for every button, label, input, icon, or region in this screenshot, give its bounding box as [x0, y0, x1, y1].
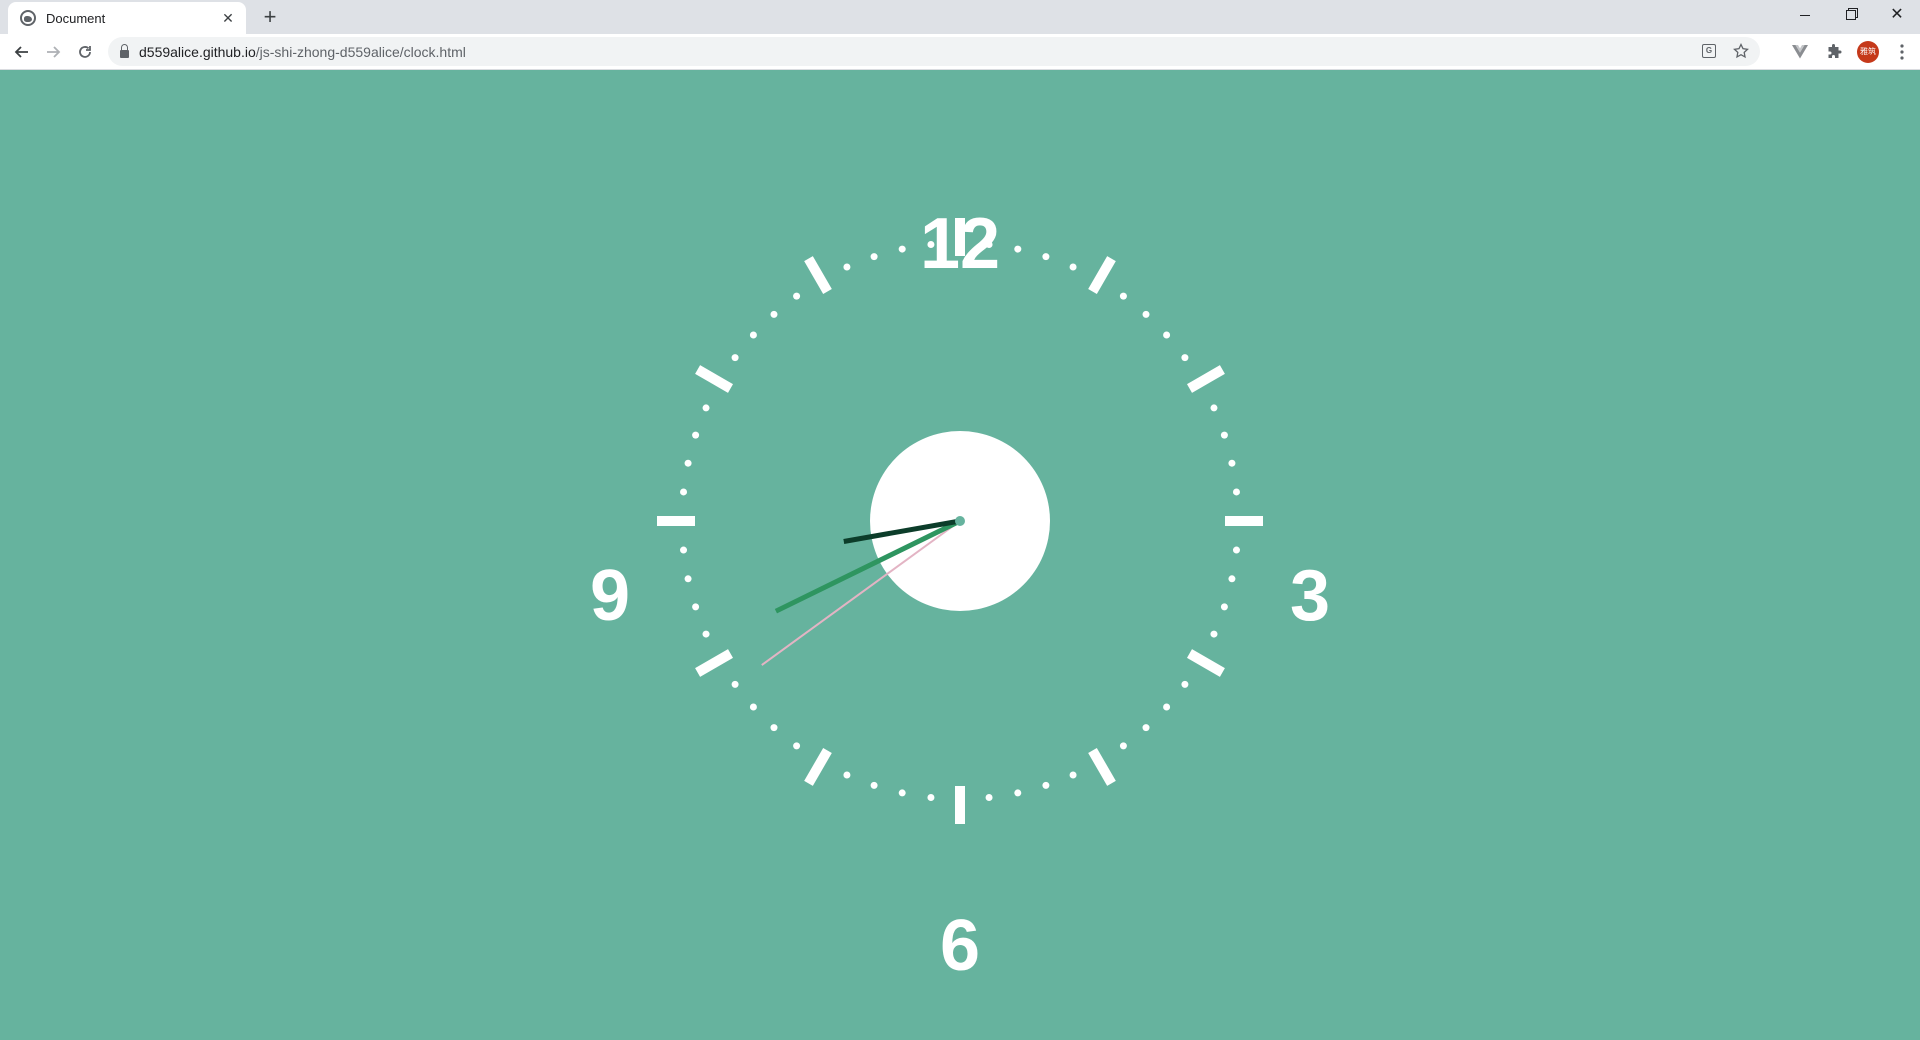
close-icon[interactable]: ✕ [220, 10, 236, 26]
minute-dot [1069, 771, 1077, 779]
hour-tick [804, 256, 832, 295]
minute-dot [1220, 431, 1228, 439]
browser-menu-button[interactable] [1888, 38, 1916, 66]
minute-dot [692, 603, 700, 611]
close-window-button[interactable]: ✕ [1874, 0, 1920, 30]
analog-clock: 12 3 6 9 [590, 204, 1330, 986]
minute-dot [1210, 404, 1218, 412]
minute-dot [843, 263, 851, 271]
minute-dot [770, 310, 778, 318]
minute-dot [1181, 680, 1189, 688]
minute-dot [1181, 354, 1189, 362]
back-button[interactable] [8, 38, 36, 66]
tab-strip: Document ✕ + ✕ [0, 0, 1920, 34]
menu-dots-icon [1900, 44, 1904, 60]
minute-dot [1119, 292, 1127, 300]
reload-icon [79, 46, 91, 58]
restore-icon [1846, 10, 1856, 20]
address-bar[interactable]: d559alice.github.io/js-shi-zhong-d559ali… [108, 37, 1760, 66]
minute-dot [702, 404, 710, 412]
minute-dot [680, 546, 688, 554]
minute-dot [770, 724, 778, 732]
url-text[interactable]: d559alice.github.io/js-shi-zhong-d559ali… [139, 44, 466, 60]
forward-button[interactable] [39, 38, 67, 66]
minute-dot [1042, 781, 1050, 789]
minute-dot [1142, 724, 1150, 732]
minute-dot [680, 488, 688, 496]
tab-document[interactable]: Document ✕ [8, 2, 246, 34]
numeral-6: 6 [940, 906, 980, 986]
minute-dot [1210, 630, 1218, 638]
minimize-button[interactable] [1782, 0, 1828, 30]
minute-dot [1069, 263, 1077, 271]
back-arrow-icon [14, 46, 28, 58]
clock-pivot [955, 516, 965, 526]
clock-page: 12 3 6 9 [0, 70, 1920, 1040]
minute-dot [985, 793, 993, 801]
lock-icon[interactable] [120, 43, 129, 58]
globe-icon [20, 10, 36, 26]
minute-dot [870, 253, 878, 261]
minute-dot [1119, 742, 1127, 750]
hour-tick [695, 365, 734, 393]
minute-dot [1232, 488, 1240, 496]
numeral-9: 9 [590, 556, 630, 636]
minute-dot [843, 771, 851, 779]
profile-button[interactable]: 雅筑 [1854, 38, 1882, 66]
url-path: /js-shi-zhong-d559alice/clock.html [255, 43, 466, 60]
vue-devtools-button[interactable] [1786, 38, 1814, 66]
minute-dot [692, 431, 700, 439]
translate-icon: G [1702, 44, 1716, 58]
url-host: d559alice.github.io [139, 43, 256, 60]
minute-dot [1042, 253, 1050, 261]
minute-dot [793, 742, 801, 750]
minute-dot [1014, 789, 1022, 797]
hour-tick [1088, 256, 1116, 295]
minute-dot [927, 793, 935, 801]
minute-dot [749, 703, 757, 711]
numeral-3: 3 [1290, 556, 1330, 636]
minute-dot [898, 789, 906, 797]
hour-tick [1186, 649, 1225, 677]
minute-dot [898, 245, 906, 253]
minute-dot [731, 354, 739, 362]
minimize-icon [1800, 14, 1810, 16]
hour-tick [1186, 365, 1225, 393]
hour-tick [1088, 747, 1116, 786]
minute-dot [1232, 546, 1240, 554]
minute-dot [684, 575, 692, 583]
vuejs-devtools-icon [1792, 45, 1808, 59]
minute-dot [1220, 603, 1228, 611]
minute-dot [870, 781, 878, 789]
minute-dot [1142, 310, 1150, 318]
minute-dot [1228, 459, 1236, 467]
extensions-area: 雅筑 [1786, 38, 1916, 66]
star-icon [1733, 43, 1749, 59]
minute-dot [749, 331, 757, 339]
forward-arrow-icon [47, 46, 61, 58]
minute-dot [1163, 703, 1171, 711]
minute-dot [1163, 331, 1171, 339]
minute-dot [684, 459, 692, 467]
numeral-12: 12 [920, 204, 1000, 284]
minute-dot [1228, 575, 1236, 583]
bookmark-star-button[interactable] [1732, 42, 1750, 60]
avatar: 雅筑 [1857, 41, 1879, 63]
close-window-icon: ✕ [1890, 6, 1904, 23]
browser-toolbar: d559alice.github.io/js-shi-zhong-d559ali… [0, 34, 1920, 70]
minute-dot [793, 292, 801, 300]
hour-tick [804, 747, 832, 786]
tab-title: Document [46, 10, 106, 26]
hour-tick [695, 649, 734, 677]
minute-dot [702, 630, 710, 638]
extensions-button[interactable] [1820, 38, 1848, 66]
minute-dot [1014, 245, 1022, 253]
minute-dot [731, 680, 739, 688]
puzzle-extensions-icon [1828, 44, 1842, 58]
restore-button[interactable] [1828, 0, 1874, 30]
omnibox-actions: G [1700, 42, 1750, 60]
new-tab-button[interactable]: + [258, 5, 282, 29]
reload-button[interactable] [71, 38, 99, 66]
translate-button[interactable]: G [1700, 42, 1718, 60]
